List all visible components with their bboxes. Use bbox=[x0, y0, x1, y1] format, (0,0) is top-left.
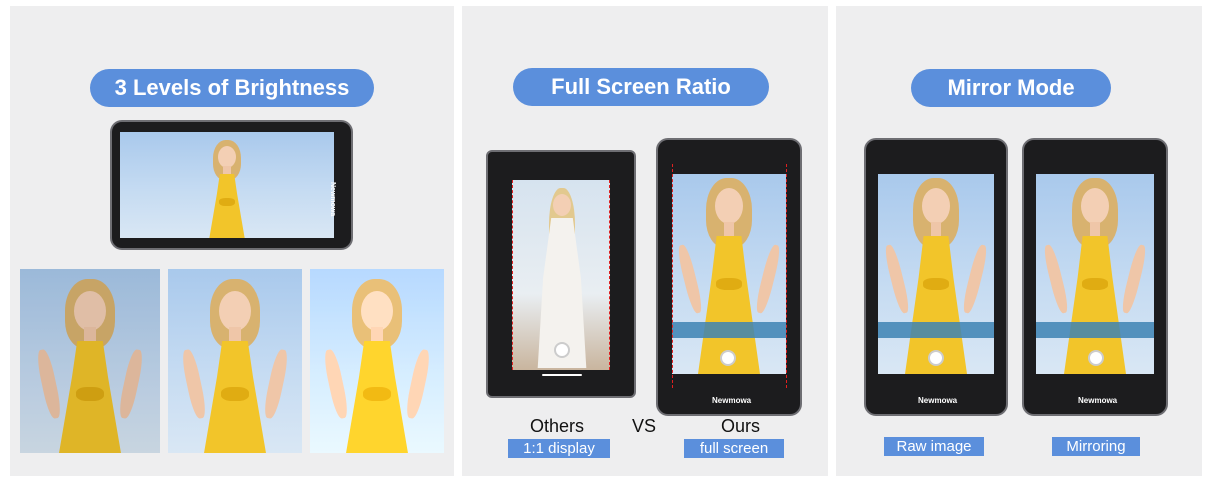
others-tag: 1:1 display bbox=[508, 439, 610, 458]
others-device bbox=[486, 150, 636, 398]
brightness-photo-mid bbox=[168, 269, 302, 453]
raw-photo bbox=[878, 174, 994, 374]
mirror-photo bbox=[1036, 174, 1154, 374]
mirror-tag: Mirroring bbox=[1052, 437, 1140, 456]
mirror-brand: Newmowa bbox=[1078, 396, 1118, 405]
others-right-guide bbox=[609, 180, 610, 370]
brightness-panel: 3 Levels of Brightness Newmowa bbox=[10, 6, 454, 476]
mirror-panel: Mirror Mode Newmowa Newmowa Raw image Mi… bbox=[836, 6, 1202, 476]
ours-caption: Ours bbox=[721, 416, 761, 436]
others-caption: Others bbox=[530, 416, 585, 436]
vs-label: VS bbox=[632, 416, 657, 436]
ours-shutter-button bbox=[720, 350, 736, 366]
ours-left-guide bbox=[672, 164, 673, 388]
ours-device: Newmowa bbox=[656, 138, 802, 416]
fullscreen-title: Full Screen Ratio bbox=[513, 68, 769, 106]
ours-photo bbox=[672, 174, 786, 374]
others-shutter-button bbox=[554, 342, 570, 358]
raw-tag: Raw image bbox=[884, 437, 984, 456]
landscape-device: Newmowa bbox=[110, 120, 353, 250]
landscape-photo bbox=[120, 132, 334, 238]
brightness-photo-high bbox=[310, 269, 444, 453]
raw-shutter-button bbox=[928, 350, 944, 366]
mirror-device: Newmowa bbox=[1022, 138, 1168, 416]
fullscreen-panel: Full Screen Ratio Newmowa Others VS Ours… bbox=[462, 6, 828, 476]
others-left-guide bbox=[512, 180, 513, 370]
brightness-title: 3 Levels of Brightness bbox=[90, 69, 374, 107]
mirror-title: Mirror Mode bbox=[911, 69, 1111, 107]
landscape-brand: Newmowa bbox=[329, 182, 336, 217]
mirror-shutter-button bbox=[1088, 350, 1104, 366]
ours-brand: Newmowa bbox=[712, 396, 752, 405]
raw-device: Newmowa bbox=[864, 138, 1008, 416]
raw-brand: Newmowa bbox=[918, 396, 958, 405]
ours-right-guide bbox=[786, 164, 787, 388]
ours-tag: full screen bbox=[684, 439, 784, 458]
brightness-photo-low bbox=[20, 269, 160, 453]
